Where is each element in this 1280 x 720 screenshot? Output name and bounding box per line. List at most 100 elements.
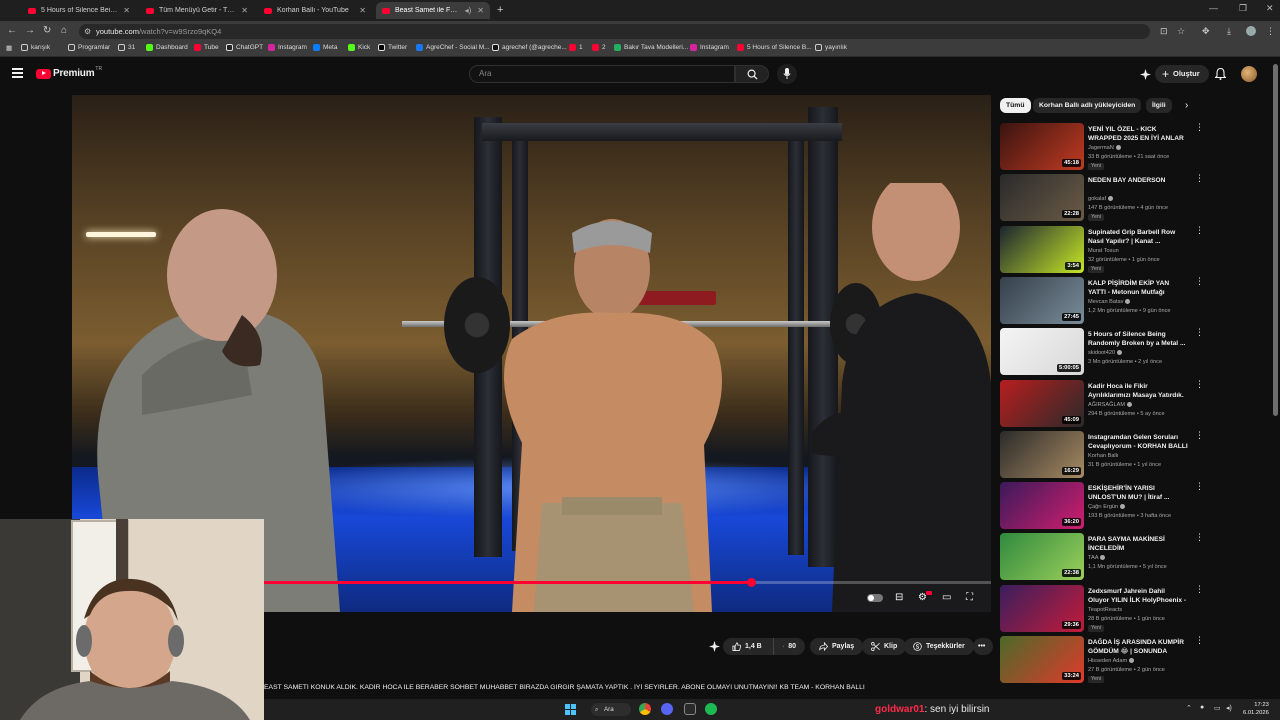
recommendation-item[interactable]: 33:24 DAĞDA İŞ ARASINDA KUMPİR GÖMDÜM 😂 |… <box>1000 636 1205 684</box>
bookmark-item[interactable]: 5 Hours of Silence B... <box>737 44 812 51</box>
channel-name[interactable]: TAA <box>1088 555 1106 561</box>
channel-name[interactable]: skidoot420 <box>1088 350 1123 356</box>
browser-tab[interactable]: Korhan Ballı - YouTube ✕ <box>258 2 372 19</box>
sparkle-settings-icon[interactable] <box>1140 69 1151 80</box>
miniplayer-icon[interactable]: ▭ <box>942 592 951 603</box>
site-info-icon[interactable]: ⚙ <box>84 24 91 39</box>
video-description[interactable]: EAST SAMETİ KONUK ALDIK. KADİR HOCA İLE … <box>264 684 994 691</box>
close-window-button[interactable]: ✕ <box>1266 3 1274 14</box>
channel-name[interactable]: Murat Tosun <box>1088 248 1119 254</box>
channel-name[interactable]: Çağrı Ergün <box>1088 504 1126 510</box>
bookmark-item[interactable]: ChatGPT <box>226 44 263 51</box>
restore-button[interactable]: ❐ <box>1239 3 1247 14</box>
tray-chevron-icon[interactable]: ⌃ <box>1186 704 1192 712</box>
bookmark-folder[interactable]: Programlar <box>68 44 110 51</box>
more-vertical-icon[interactable]: ⋮ <box>1195 585 1204 594</box>
install-app-icon[interactable]: ⊡ <box>1160 26 1168 37</box>
recommendation-item[interactable]: 5:00:05 5 Hours of Silence Being Randomly… <box>1000 328 1205 376</box>
video-progress-bar[interactable] <box>264 578 991 587</box>
recommendation-item[interactable]: 22:28 NEDEN BAY ANDERSON gokalaf 147 B görü… <box>1000 174 1205 222</box>
video-title[interactable]: DAĞDA İŞ ARASINDA KUMPİR GÖMDÜM 😂 | SONU… <box>1088 638 1188 656</box>
video-thumbnail[interactable]: 29:36 <box>1000 585 1084 632</box>
more-vertical-icon[interactable]: ⋮ <box>1195 482 1204 491</box>
volume-icon[interactable]: ◂) <box>1226 704 1232 712</box>
close-icon[interactable]: ✕ <box>241 6 248 15</box>
reload-button[interactable]: ↻ <box>43 25 51 36</box>
recommendation-item[interactable]: 45:18 YENİ YIL ÖZEL - KICK WRAPPED 2025 E… <box>1000 123 1205 171</box>
channel-name[interactable]: gokalaf <box>1088 196 1114 202</box>
more-vertical-icon[interactable]: ⋮ <box>1195 174 1204 183</box>
close-icon[interactable]: ✕ <box>123 6 130 15</box>
windows-start-icon[interactable] <box>565 704 576 715</box>
recommendation-item[interactable]: 3:54 Supinated Grip Barbell Row Nasıl Yap… <box>1000 226 1205 274</box>
video-thumbnail[interactable]: 22:28 <box>1000 174 1084 221</box>
extensions-icon[interactable]: ✥ <box>1202 26 1210 37</box>
bookmark-item[interactable]: AgreChef - Social M... <box>416 44 490 51</box>
profile-avatar-icon[interactable] <box>1246 26 1256 36</box>
video-title[interactable]: PARA SAYMA MAKİNESİ İNCELEDİM <box>1088 535 1188 553</box>
video-thumbnail[interactable]: 33:24 <box>1000 636 1084 683</box>
bookmark-item[interactable]: Instagram <box>268 44 307 51</box>
more-vertical-icon[interactable]: ⋮ <box>1195 277 1204 286</box>
chip-related[interactable]: İlgili <box>1146 98 1172 113</box>
forward-button[interactable]: → <box>25 25 35 36</box>
more-actions-button[interactable]: ••• <box>973 638 993 655</box>
thanks-button[interactable]: Teşekkürler <box>904 638 974 655</box>
browser-tab[interactable]: 5 Hours of Silence Being Randomly Broken… <box>22 2 136 19</box>
search-input[interactable]: Ara <box>469 65 735 83</box>
video-title[interactable]: Instagramdan Gelen Soruları Cevaplıyorum… <box>1088 433 1188 451</box>
video-title[interactable]: 5 Hours of Silence Being Randomly Broken… <box>1088 330 1188 348</box>
subtitles-icon[interactable]: ⊟ <box>895 592 903 603</box>
more-vertical-icon[interactable]: ⋮ <box>1195 123 1204 132</box>
back-button[interactable]: ← <box>7 25 17 36</box>
dislike-button[interactable]: 80 <box>773 638 805 655</box>
video-thumbnail[interactable]: 5:00:05 <box>1000 328 1084 375</box>
create-button[interactable]: + Oluştur <box>1155 65 1209 83</box>
chevron-right-icon[interactable]: › <box>1185 100 1188 111</box>
channel-name[interactable]: Hisseden Adam <box>1088 658 1135 664</box>
video-thumbnail[interactable]: 22:38 <box>1000 533 1084 580</box>
channel-name[interactable]: JagermaN <box>1088 145 1121 151</box>
bookmark-item[interactable]: Bakır Tava Modelleri... <box>614 44 688 51</box>
recommendation-item[interactable]: 27:45 KALP PİŞİRDİM EKİP YAN YATTI - Meto… <box>1000 277 1205 325</box>
chrome-taskbar-icon[interactable] <box>639 703 651 715</box>
recommendation-item[interactable]: 45:09 Kadir Hoca ile Fikir Ayrılıklarımız… <box>1000 380 1205 428</box>
video-title[interactable]: YENİ YIL ÖZEL - KICK WRAPPED 2025 EN İYİ… <box>1088 125 1188 143</box>
close-icon[interactable]: ✕ <box>359 6 366 15</box>
recommendation-item[interactable]: 22:38 PARA SAYMA MAKİNESİ İNCELEDİM TAA 1,1… <box>1000 533 1205 581</box>
bookmark-item[interactable]: Meta <box>313 44 337 51</box>
apps-icon[interactable]: ▦ <box>6 44 12 52</box>
bookmark-item[interactable]: Instagram <box>690 44 729 51</box>
video-title[interactable]: ESKİŞEHİR'İN YARISI UNLOST'UN MU? | İtir… <box>1088 484 1188 502</box>
bookmark-item[interactable]: 1 <box>569 44 583 51</box>
minimize-button[interactable]: — <box>1209 3 1218 13</box>
search-button[interactable] <box>735 65 769 83</box>
browser-tab[interactable]: Tüm Menüyü Getir - TUNA TAVUK ✕ <box>140 2 254 19</box>
channel-name[interactable]: Korhan Ballı <box>1088 453 1118 459</box>
channel-name[interactable]: TeapotReacts <box>1088 607 1122 613</box>
audio-icon[interactable]: ◂) <box>465 6 472 15</box>
downloads-icon[interactable]: ⤓ <box>1227 26 1231 37</box>
close-icon[interactable]: ✕ <box>477 6 484 15</box>
bookmark-item[interactable]: Twitter <box>378 44 407 51</box>
chip-all[interactable]: Tümü <box>1000 98 1031 113</box>
more-vertical-icon[interactable]: ⋮ <box>1195 431 1204 440</box>
obs-taskbar-icon[interactable] <box>684 703 696 715</box>
network-icon[interactable]: ▭ <box>1214 704 1221 712</box>
bookmark-item[interactable]: Dashboard <box>146 44 188 51</box>
menu-icon[interactable]: ⋮ <box>1266 26 1275 37</box>
sparkle-icon[interactable] <box>709 641 720 652</box>
recommendation-item[interactable]: 29:36 Zedxsmurf Jahrein Dahil Oluyor YILI… <box>1000 585 1205 633</box>
video-title[interactable]: KALP PİŞİRDİM EKİP YAN YATTI - Metonun M… <box>1088 279 1188 297</box>
spotify-taskbar-icon[interactable] <box>705 703 717 715</box>
more-vertical-icon[interactable]: ⋮ <box>1195 380 1204 389</box>
channel-name[interactable]: AĞIRSAĞLAM <box>1088 402 1132 408</box>
video-title[interactable]: NEDEN BAY ANDERSON <box>1088 176 1188 185</box>
video-title[interactable]: Zedxsmurf Jahrein Dahil Oluyor YILIN İLK… <box>1088 587 1188 605</box>
video-thumbnail[interactable]: 27:45 <box>1000 277 1084 324</box>
chip-from-uploader[interactable]: Korhan Ballı adlı yükleyiciden <box>1033 98 1142 113</box>
microphone-tray-icon[interactable]: ● <box>1200 704 1204 711</box>
page-scrollbar[interactable] <box>1273 64 1278 416</box>
fullscreen-icon[interactable]: ⛶ <box>966 592 973 603</box>
video-scrubber-handle[interactable] <box>747 578 757 587</box>
